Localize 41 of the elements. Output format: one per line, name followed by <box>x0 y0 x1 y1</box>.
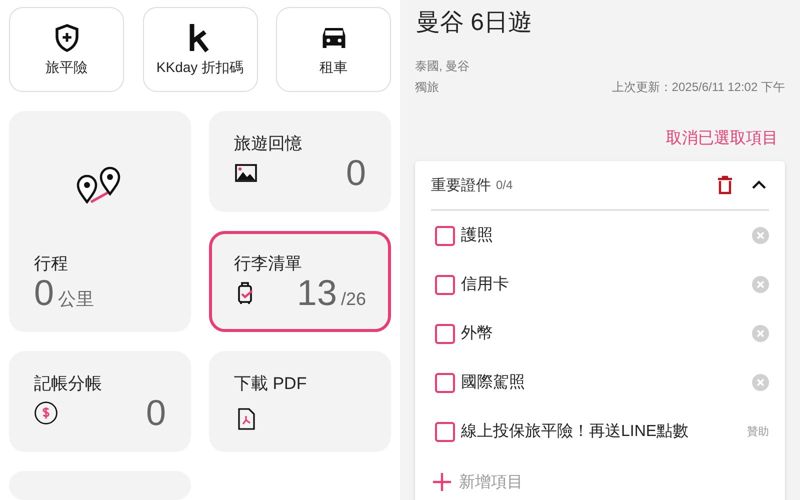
checkbox[interactable] <box>435 226 455 246</box>
card-title: 下載 PDF <box>234 374 307 393</box>
card-title: 行程 <box>34 254 68 273</box>
checkbox[interactable] <box>435 372 455 392</box>
feature-card[interactable]: 記帳分帳 0 <box>9 351 191 452</box>
item-label: 外幣 <box>461 324 494 344</box>
trip-location: 泰國, 曼谷 <box>415 58 471 75</box>
quick-action-button[interactable]: 旅平險 <box>9 7 124 92</box>
feature-card[interactable]: 旅遊回憶 0 <box>209 111 391 212</box>
sponsored-tag: 贊助 <box>747 424 769 439</box>
image-icon <box>234 161 258 185</box>
feature-card[interactable]: 行李清單 13/26 <box>209 231 391 332</box>
quick-action-button[interactable]: 租車 <box>276 7 391 92</box>
card-title: 旅遊回憶 <box>234 134 302 153</box>
item-label: 信用卡 <box>461 274 510 295</box>
feature-card[interactable]: 行程 0 公里 <box>9 111 191 332</box>
card-value: 0 <box>34 275 54 311</box>
trip-title: 曼谷 6日遊 <box>416 8 534 38</box>
card-title: 記帳分帳 <box>34 374 102 393</box>
checkbox[interactable] <box>435 324 455 344</box>
card-value: 0 <box>346 155 366 191</box>
checklist-count: 0/4 <box>496 178 513 192</box>
item-label: 線上投保旅平險！再送LINE點數 <box>461 422 690 442</box>
card-value: 0 <box>146 395 166 431</box>
item-label: 國際駕照 <box>461 373 526 393</box>
checklist-title: 重要證件 <box>431 176 491 194</box>
item-label: 護照 <box>461 226 494 246</box>
feature-card[interactable]: 下載 PDF <box>209 351 391 452</box>
last-updated: 上次更新：2025/6/11 12:02 下午 <box>612 79 785 96</box>
card-title: 行李清單 <box>234 254 302 273</box>
quick-action-button[interactable]: KKday 折扣碼 <box>142 7 258 92</box>
trash-icon[interactable] <box>715 175 735 195</box>
card-unit: /26 <box>340 289 366 310</box>
trip-type: 獨旅 <box>415 79 439 96</box>
card-value: 13 <box>296 275 337 311</box>
dollar-coin-icon <box>34 401 58 425</box>
checkbox[interactable] <box>435 274 455 294</box>
clear-selection-link[interactable]: 取消已選取項目 <box>666 128 778 149</box>
card-unit: 公里 <box>58 288 94 311</box>
plus-icon <box>433 473 451 491</box>
checkbox[interactable] <box>435 422 455 442</box>
